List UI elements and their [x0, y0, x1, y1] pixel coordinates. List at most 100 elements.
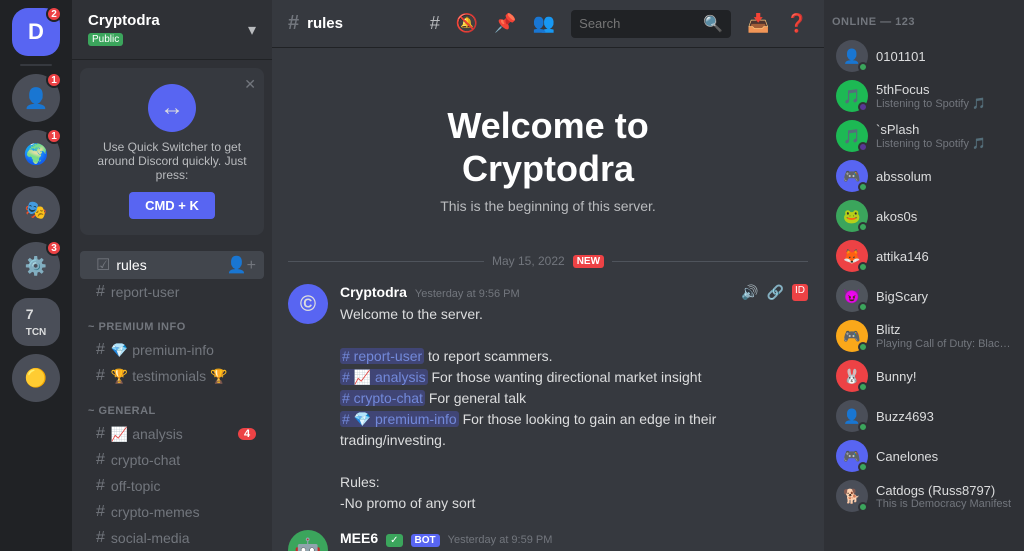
server-badge: 2: [46, 6, 62, 22]
server-icon-3[interactable]: 🎭: [12, 186, 60, 234]
online-status-dot-abssolum: [858, 182, 868, 192]
hash-icon: #: [96, 425, 105, 443]
channel-mention-crypto-chat[interactable]: # crypto-chat: [340, 390, 425, 406]
search-input[interactable]: [579, 16, 699, 31]
member-name-catdogs: Catdogs (Russ8797): [876, 483, 1012, 498]
add-member-icon[interactable]: 👤+: [227, 255, 256, 275]
quick-switcher-popup: ✕ ↔ Use Quick Switcher to get around Dis…: [80, 68, 264, 235]
avatar-splash: 🎵: [836, 120, 868, 152]
member-item-buzz4693[interactable]: 👤 Buzz4693: [828, 396, 1020, 436]
member-status-5thFocus: Listening to Spotify 🎵: [876, 97, 1012, 110]
channel-name-off-topic: off-topic: [111, 478, 161, 494]
channel-item-crypto-memes[interactable]: # crypto-memes: [80, 499, 264, 525]
message-author-mee6: MEE6: [340, 530, 378, 546]
quick-switcher-description: Use Quick Switcher to get around Discord…: [96, 140, 248, 182]
online-status-dot-blitz: [858, 342, 868, 352]
pin-icon[interactable]: 📌: [494, 13, 516, 34]
member-info-attika146: attika146: [876, 249, 1012, 264]
avatar-bigscary: 😈: [836, 280, 868, 312]
member-name-abssolum: abssolum: [876, 169, 1012, 184]
channel-name-social-media: social-media: [111, 530, 190, 546]
server-icon-5[interactable]: 7TCN: [12, 298, 60, 346]
server-separator: [20, 64, 52, 66]
threads-icon[interactable]: #: [430, 13, 440, 34]
online-status-dot-bunny: [858, 382, 868, 392]
channel-item-analysis[interactable]: # 📈 analysis 4: [80, 421, 264, 447]
channel-mention-premium-info[interactable]: # 💎 premium-info: [340, 411, 459, 427]
channel-mention-report-user[interactable]: # report-user: [340, 348, 424, 364]
server-icon-4[interactable]: ⚙️ 3: [12, 242, 60, 290]
members-icon[interactable]: 👥: [533, 13, 555, 34]
avatar-5thFocus: 🎵: [836, 80, 868, 112]
hash-icon: #: [96, 341, 105, 359]
server-name-header[interactable]: Cryptodra Public ▾: [72, 0, 272, 60]
channel-item-premium-info[interactable]: # 💎 premium-info: [80, 337, 264, 363]
hash-icon: #: [288, 12, 299, 35]
quick-switcher-icon: ↔: [148, 84, 196, 132]
member-name-bunny: Bunny!: [876, 369, 1012, 384]
link-icon[interactable]: 🔗: [767, 284, 784, 301]
date-label: May 15, 2022: [492, 254, 565, 268]
main-content: # rules # 🔕 📌 👥 🔍 📥 ❓ Welcome toCryptodr…: [272, 0, 824, 551]
member-info-splash: `sPlash Listening to Spotify 🎵: [876, 122, 1012, 150]
avatar-buzz4693: 👤: [836, 400, 868, 432]
members-online-header: ONLINE — 123: [824, 0, 1024, 36]
member-item-catdogs[interactable]: 🐕 Catdogs (Russ8797) This is Democracy M…: [828, 476, 1020, 516]
quick-switcher-shortcut[interactable]: CMD + K: [129, 192, 215, 219]
channel-name-report-user: report-user: [111, 284, 179, 300]
channel-item-social-media[interactable]: # social-media: [80, 525, 264, 551]
mute-icon[interactable]: 🔕: [456, 13, 478, 34]
channel-item-off-topic[interactable]: # off-topic: [80, 473, 264, 499]
channel-name-testimonials: 🏆 testimonials 🏆: [111, 368, 228, 385]
online-status-dot-attika: [858, 262, 868, 272]
member-item-abssolum[interactable]: 🎮 abssolum: [828, 156, 1020, 196]
server-icon-1[interactable]: 👤 1: [12, 74, 60, 122]
help-icon[interactable]: ❓: [786, 13, 808, 34]
server-badge-4: 3: [46, 240, 62, 256]
channel-header-name: # rules: [288, 12, 343, 35]
message-body-cryptodra: Cryptodra Yesterday at 9:56 PM 🔊 🔗 ID We…: [340, 284, 808, 514]
search-icon: 🔍: [703, 14, 723, 34]
server-icon-discord[interactable]: D 2: [12, 8, 60, 56]
member-name-buzz4693: Buzz4693: [876, 409, 1012, 424]
close-icon[interactable]: ✕: [244, 76, 256, 93]
category-general: ~ GENERAL: [72, 389, 272, 421]
chevron-down-icon: ▾: [248, 20, 256, 40]
channel-name-rules: rules: [116, 257, 146, 273]
current-channel-name: rules: [307, 15, 343, 32]
channel-item-crypto-chat[interactable]: # crypto-chat: [80, 447, 264, 473]
server-icon-6[interactable]: 🟡: [12, 354, 60, 402]
id-icon[interactable]: ID: [792, 284, 808, 301]
member-item-akos0s[interactable]: 🐸 akos0s: [828, 196, 1020, 236]
server-badge-1: 1: [46, 72, 62, 88]
channel-item-testimonials[interactable]: # 🏆 testimonials 🏆: [80, 363, 264, 389]
member-item-attika146[interactable]: 🦊 attika146: [828, 236, 1020, 276]
inbox-icon[interactable]: 📥: [747, 13, 769, 34]
avatar-cryptodra: ©: [288, 284, 328, 324]
member-item-5thFocus[interactable]: 🎵 5thFocus Listening to Spotify 🎵: [828, 76, 1020, 116]
public-badge: Public: [88, 33, 123, 46]
avatar-attika146: 🦊: [836, 240, 868, 272]
member-item-blitz[interactable]: 🎮 Blitz Playing Call of Duty: Black ... …: [828, 316, 1020, 356]
avatar-mee6: 🤖: [288, 530, 328, 551]
member-item-canelones[interactable]: 🎮 Canelones: [828, 436, 1020, 476]
member-item-bunny[interactable]: 🐰 Bunny!: [828, 356, 1020, 396]
channel-item-rules[interactable]: ☑ rules 👤+: [80, 251, 264, 279]
channel-item-report-user[interactable]: # report-user: [80, 279, 264, 305]
member-item-bigscary[interactable]: 😈 BigScary: [828, 276, 1020, 316]
server-icon-2[interactable]: 🌍 1: [12, 130, 60, 178]
channel-mention-analysis[interactable]: # 📈 analysis: [340, 369, 428, 385]
hash-icon: #: [96, 503, 105, 521]
member-item-splash[interactable]: 🎵 `sPlash Listening to Spotify 🎵: [828, 116, 1020, 156]
message-action-icons: 🔊 🔗 ID: [741, 284, 808, 301]
search-bar[interactable]: 🔍: [571, 10, 731, 38]
member-item-0101101[interactable]: 👤 0101101: [828, 36, 1020, 76]
header-icons: # 🔕 📌 👥 🔍 📥 ❓: [430, 10, 808, 38]
welcome-section: Welcome toCryptodra This is the beginnin…: [288, 64, 808, 238]
volume-icon[interactable]: 🔊: [741, 284, 758, 301]
verified-badge: ✓: [386, 534, 402, 547]
channel-list: ☑ rules 👤+ # report-user ~ PREMIUM INFO …: [72, 243, 272, 551]
message-time-mee6: Yesterday at 9:59 PM: [448, 534, 553, 546]
member-name-akos0s: akos0s: [876, 209, 1012, 224]
member-info-blitz: Blitz Playing Call of Duty: Black ... 🎮: [876, 322, 1012, 350]
